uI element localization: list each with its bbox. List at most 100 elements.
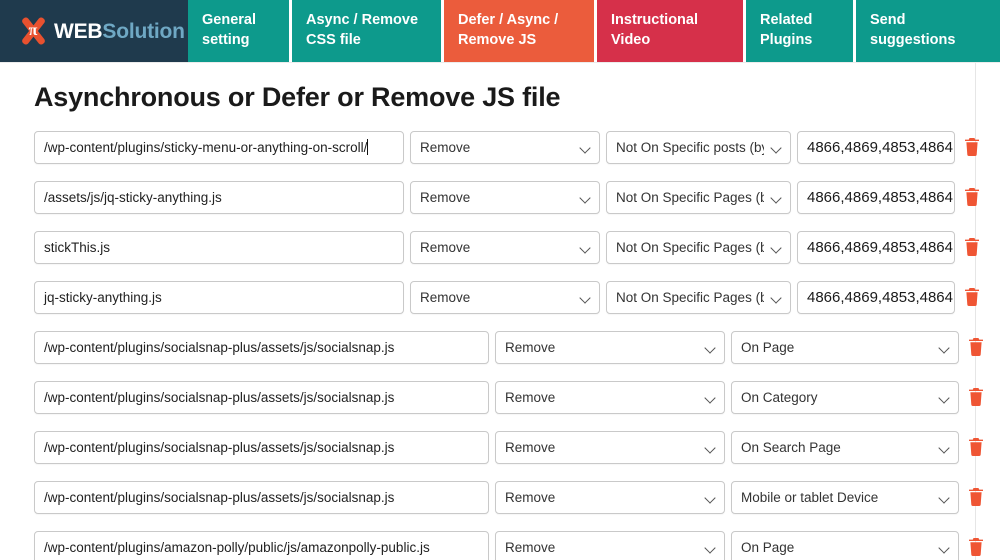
tab-async-remove-css-file[interactable]: Async / Remove CSS file [292,0,444,62]
text-cursor [367,139,369,155]
action-select[interactable]: Remove [495,380,725,414]
trash-icon[interactable] [963,237,981,257]
action-select-value: Remove [505,539,556,555]
action-select-value: Remove [420,189,471,205]
js-file-url-input[interactable]: /wp-content/plugins/sticky-menu-or-anyth… [34,130,404,164]
action-select[interactable]: Remove [495,430,725,464]
trash-icon[interactable] [967,537,985,557]
action-select[interactable]: Remove [410,280,600,314]
trash-icon[interactable] [967,437,985,457]
table-row: /wp-content/plugins/socialsnap-plus/asse… [0,422,1000,472]
tab-defer-async-remove-js[interactable]: Defer / Async / Remove JS [444,0,597,62]
table-row: /wp-content/plugins/socialsnap-plus/asse… [0,472,1000,522]
chevron-down-icon [940,544,949,553]
table-row: /wp-content/plugins/socialsnap-plus/asse… [0,322,1000,372]
tab-related-plugins[interactable]: Related Plugins [746,0,856,62]
js-file-url-input[interactable]: /wp-content/plugins/amazon-polly/public/… [34,530,489,560]
chevron-down-icon [940,344,949,353]
js-rules-list: /wp-content/plugins/sticky-menu-or-anyth… [0,113,1000,560]
chevron-down-icon [940,444,949,453]
condition-select-value: Not On Specific Pages (by page ID) [616,289,764,305]
condition-select[interactable]: Not On Specific posts (by page ID) [606,130,791,164]
chevron-down-icon [581,144,590,153]
js-file-url-value: /wp-content/plugins/sticky-menu-or-anyth… [44,139,368,155]
action-select[interactable]: Remove [410,180,600,214]
condition-select[interactable]: Not On Specific Pages (by page ID) [606,230,791,264]
page-ids-input[interactable]: 4866,4869,4853,4864 [797,230,955,264]
js-file-url-value: /wp-content/plugins/amazon-polly/public/… [44,539,430,555]
condition-select-value: Mobile or tablet Device [741,489,879,505]
js-file-url-input[interactable]: /assets/js/jq-sticky-anything.js [34,180,404,214]
brand-name-secondary: Solution [102,19,185,43]
chevron-down-icon [940,494,949,503]
js-file-url-value: /wp-content/plugins/socialsnap-plus/asse… [44,389,395,405]
condition-select-value: Not On Specific posts (by page ID) [616,139,764,155]
condition-select[interactable]: Not On Specific Pages (by page ID) [606,180,791,214]
action-select-value: Remove [420,239,471,255]
js-file-url-input[interactable]: /wp-content/plugins/socialsnap-plus/asse… [34,330,489,364]
chevron-down-icon [706,444,715,453]
action-select[interactable]: Remove [410,130,600,164]
tab-instructional-video[interactable]: Instructional Video [597,0,746,62]
tab-send-suggestions-line2: suggestions [870,32,956,48]
chevron-down-icon [706,394,715,403]
tab-defer-async-remove-js-line1: Defer / Async / [458,12,559,29]
js-file-url-value: /assets/js/jq-sticky-anything.js [44,189,222,205]
tab-instructional-video-line2: Video [611,32,651,48]
page-ids-input[interactable]: 4866,4869,4853,4864 [797,280,955,314]
trash-icon[interactable] [963,137,981,157]
js-file-url-input[interactable]: /wp-content/plugins/socialsnap-plus/asse… [34,430,489,464]
table-row: stickThis.js Remove Not On Specific Page… [0,222,1000,272]
condition-select-value: On Search Page [741,439,841,455]
action-select[interactable]: Remove [495,530,725,560]
action-select-value: Remove [505,339,556,355]
chevron-down-icon [772,244,781,253]
chevron-down-icon [706,344,715,353]
action-select[interactable]: Remove [495,480,725,514]
page-title: Asynchronous or Defer or Remove JS file [34,82,561,112]
table-row: /wp-content/plugins/socialsnap-plus/asse… [0,372,1000,422]
tab-instructional-video-line1: Instructional [611,12,699,29]
condition-select[interactable]: On Page [731,330,959,364]
brand-logo[interactable]: π WEBSolution [0,0,188,62]
action-select-value: Remove [505,489,556,505]
js-file-url-input[interactable]: /wp-content/plugins/socialsnap-plus/asse… [34,480,489,514]
trash-icon[interactable] [967,337,985,357]
action-select[interactable]: Remove [410,230,600,264]
chevron-down-icon [772,294,781,303]
condition-select[interactable]: On Search Page [731,430,959,464]
page-ids-value: 4866,4869,4853,4864 [807,288,953,306]
js-file-url-value: /wp-content/plugins/socialsnap-plus/asse… [44,489,395,505]
page-content: Asynchronous or Defer or Remove JS file … [0,62,1000,560]
tab-general-setting-line2: setting [202,32,250,48]
tab-async-remove-css-file-line1: Async / Remove [306,12,419,29]
page-ids-value: 4866,4869,4853,4864 [807,188,953,206]
tab-related-plugins-line2: Plugins [760,32,813,48]
tab-send-suggestions[interactable]: Send suggestions [856,0,1000,62]
tab-general-setting[interactable]: General setting [188,0,292,62]
condition-select[interactable]: Mobile or tablet Device [731,480,959,514]
condition-select[interactable]: On Category [731,380,959,414]
condition-select-value: On Category [741,389,818,405]
page-ids-input[interactable]: 4866,4869,4853,4864 [797,180,955,214]
chevron-down-icon [581,244,590,253]
trash-icon[interactable] [963,287,981,307]
condition-select-value: Not On Specific Pages (by page ID) [616,189,764,205]
js-file-url-value: stickThis.js [44,239,111,255]
condition-select[interactable]: Not On Specific Pages (by page ID) [606,280,791,314]
pi-glyph: π [28,22,38,39]
trash-icon[interactable] [967,487,985,507]
page-ids-input[interactable]: 4866,4869,4853,4864 [797,130,955,164]
action-select[interactable]: Remove [495,330,725,364]
js-file-url-input[interactable]: /wp-content/plugins/socialsnap-plus/asse… [34,380,489,414]
js-file-url-value: /wp-content/plugins/socialsnap-plus/asse… [44,339,395,355]
js-file-url-input[interactable]: stickThis.js [34,230,404,264]
chevron-down-icon [706,494,715,503]
trash-icon[interactable] [967,387,985,407]
chevron-down-icon [772,144,781,153]
action-select-value: Remove [505,439,556,455]
condition-select[interactable]: On Page [731,530,959,560]
chevron-down-icon [940,394,949,403]
trash-icon[interactable] [963,187,981,207]
js-file-url-input[interactable]: jq-sticky-anything.js [34,280,404,314]
